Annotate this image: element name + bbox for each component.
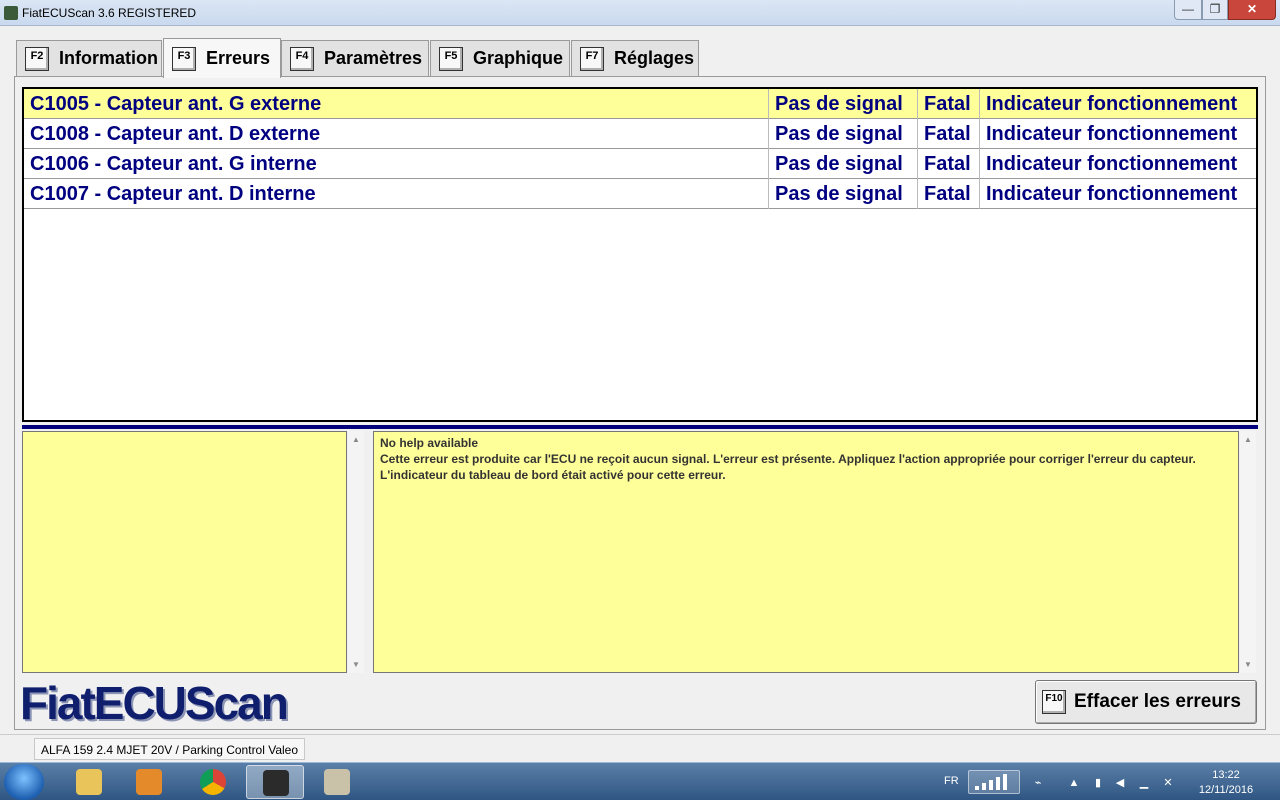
language-indicator[interactable]: FR [944, 775, 959, 787]
taskbar: FR ⌁ ▲ ▮ ◀ ▁ ✕ 13:22 12/11/2016 [0, 762, 1280, 800]
tab-label: Graphique [473, 48, 564, 68]
tab-parametres[interactable]: F4 Paramètres [281, 40, 429, 76]
start-button-icon[interactable] [4, 764, 44, 800]
error-severity: Fatal [918, 149, 980, 179]
error-row[interactable]: C1008 - Capteur ant. D externe Pas de si… [24, 119, 1256, 149]
show-hidden-icons-icon[interactable]: ▲ [1068, 777, 1080, 789]
title-bar: FiatECUScan 3.6 REGISTERED — ❐ ✕ [0, 0, 1280, 26]
volume-icon[interactable]: ◀ [1114, 777, 1126, 789]
app-icon [4, 6, 18, 20]
taskbar-fiatecuscan[interactable] [246, 765, 304, 799]
error-severity: Fatal [918, 89, 980, 119]
panel-divider[interactable] [22, 425, 1258, 429]
f10-key-icon: F10 [1042, 690, 1066, 714]
error-severity: Fatal [918, 119, 980, 149]
clock-date: 12/11/2016 [1198, 784, 1254, 796]
error-indicator: Indicateur fonctionnement [986, 183, 1238, 205]
left-scrollbar[interactable]: ▲ ▼ [348, 431, 364, 673]
battery-icon[interactable]: ▮ [1092, 777, 1104, 789]
f3-key-icon: F3 [172, 46, 196, 71]
scroll-up-icon[interactable]: ▲ [1240, 435, 1256, 444]
signal-bars-icon[interactable]: ▁ [1138, 777, 1150, 789]
f4-key-icon: F4 [290, 46, 314, 71]
tab-label: Paramètres [324, 48, 423, 68]
error-indicator: Indicateur fonctionnement [986, 93, 1238, 115]
fiatecuscan-icon [263, 770, 289, 796]
paint-icon [324, 769, 350, 795]
media-player-icon [136, 769, 162, 795]
error-signal: Pas de signal [769, 89, 918, 119]
tab-label: Erreurs [206, 48, 271, 68]
help-panel: No help available Cette erreur est produ… [373, 431, 1239, 673]
error-row[interactable]: C1006 - Capteur ant. G interne Pas de si… [24, 149, 1256, 179]
clear-errors-button[interactable]: F10 Effacer les erreurs [1035, 680, 1257, 724]
vehicle-status: ALFA 159 2.4 MJET 20V / Parking Control … [34, 738, 306, 760]
error-signal: Pas de signal [769, 149, 918, 179]
help-left-panel [22, 431, 347, 673]
f2-key-icon: F2 [25, 46, 49, 71]
error-row[interactable]: C1005 - Capteur ant. G externe Pas de si… [24, 89, 1256, 119]
error-code: C1007 - Capteur ant. D interne [24, 179, 769, 209]
tab-label: Information [59, 48, 158, 68]
error-code: C1005 - Capteur ant. G externe [24, 89, 769, 119]
taskbar-chrome[interactable] [184, 765, 242, 799]
help-text: Cette erreur est produite car l'ECU ne r… [380, 452, 1196, 482]
tab-label: Réglages [614, 48, 695, 68]
network-error-icon[interactable]: ✕ [1162, 777, 1174, 789]
error-indicator: Indicateur fonctionnement [986, 123, 1238, 145]
clock-time: 13:22 [1212, 769, 1240, 781]
chrome-icon [200, 769, 226, 795]
maximize-button[interactable]: ❐ [1202, 0, 1228, 20]
tab-graphique[interactable]: F5 Graphique [430, 40, 570, 76]
tab-reglages[interactable]: F7 Réglages [571, 40, 699, 76]
scroll-down-icon[interactable]: ▼ [348, 660, 364, 669]
scroll-down-icon[interactable]: ▼ [1240, 660, 1256, 669]
status-bar: ALFA 159 2.4 MJET 20V / Parking Control … [0, 734, 1280, 762]
tab-erreurs[interactable]: F3 Erreurs [163, 38, 281, 78]
help-title: No help available [380, 436, 479, 450]
taskbar-paint[interactable] [308, 765, 366, 799]
error-signal: Pas de signal [769, 119, 918, 149]
app-logo: FiatECUScan [20, 677, 289, 729]
clear-errors-label: Effacer les erreurs [1074, 691, 1241, 712]
f7-key-icon: F7 [580, 46, 604, 71]
error-indicator: Indicateur fonctionnement [986, 153, 1238, 175]
close-button[interactable]: ✕ [1228, 0, 1276, 20]
error-code: C1008 - Capteur ant. D externe [24, 119, 769, 149]
folder-icon [76, 769, 102, 795]
taskbar-media-player[interactable] [120, 765, 178, 799]
right-scrollbar[interactable]: ▲ ▼ [1240, 431, 1256, 673]
clock[interactable]: 13:22 12/11/2016 [1186, 768, 1266, 798]
window-title: FiatECUScan 3.6 REGISTERED [22, 6, 197, 20]
network-antenna-icon[interactable]: ⌁ [1032, 777, 1044, 789]
error-list[interactable]: C1005 - Capteur ant. G externe Pas de si… [22, 87, 1258, 422]
error-row[interactable]: C1007 - Capteur ant. D interne Pas de si… [24, 179, 1256, 209]
taskbar-explorer[interactable] [60, 765, 118, 799]
tab-information[interactable]: F2 Information [16, 40, 162, 76]
f5-key-icon: F5 [439, 46, 463, 71]
signal-strength-icon[interactable] [968, 770, 1020, 794]
error-code: C1006 - Capteur ant. G interne [24, 149, 769, 179]
scroll-up-icon[interactable]: ▲ [348, 435, 364, 444]
minimize-button[interactable]: — [1174, 0, 1202, 20]
error-signal: Pas de signal [769, 179, 918, 209]
error-severity: Fatal [918, 179, 980, 209]
